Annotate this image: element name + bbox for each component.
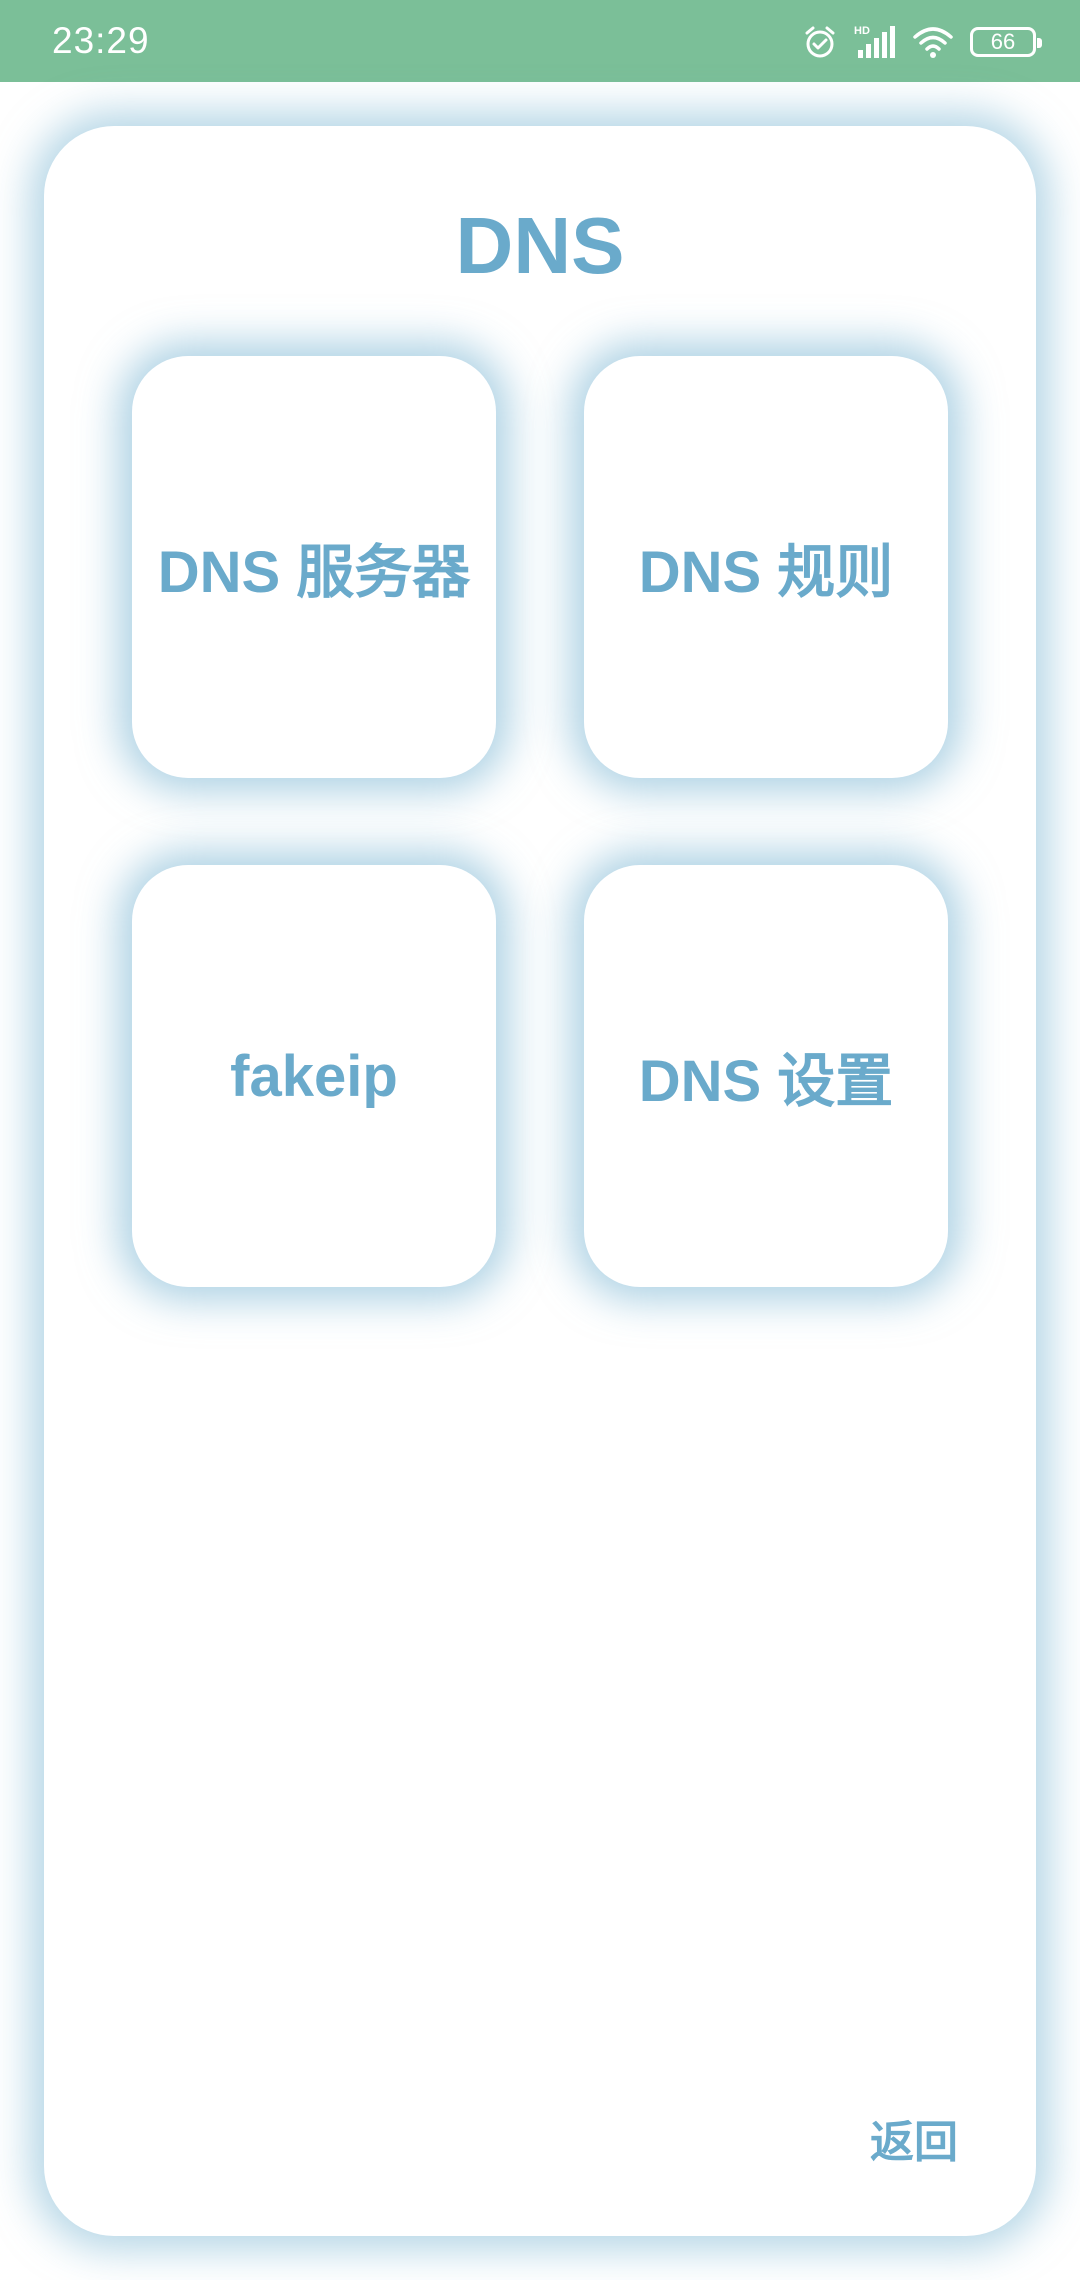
- dns-rules-button[interactable]: DNS 规则: [584, 356, 948, 778]
- dns-servers-label: DNS 服务器: [157, 540, 471, 605]
- hd-signal-icon: HD: [854, 24, 896, 60]
- fakeip-button[interactable]: fakeip: [132, 865, 496, 1287]
- page-title: DNS: [455, 201, 625, 290]
- dns-panel: DNS DNS 服务器 DNS 规则 fakeip DNS 设置 返回: [44, 126, 1036, 2236]
- svg-text:HD: HD: [854, 25, 870, 37]
- status-time: 23:29: [52, 20, 150, 61]
- status-bar: 23:29 HD 66: [0, 0, 1080, 82]
- dns-servers-button[interactable]: DNS 服务器: [132, 356, 496, 778]
- battery-icon: 66: [970, 27, 1042, 57]
- battery-level: 66: [990, 29, 1016, 54]
- fakeip-label: fakeip: [230, 1043, 398, 1109]
- status-icons: HD 66: [802, 22, 1042, 62]
- dns-settings-button[interactable]: DNS 设置: [584, 865, 948, 1287]
- back-button[interactable]: 返回: [870, 2106, 958, 2170]
- wifi-icon: [912, 25, 954, 59]
- alarm-icon: [802, 24, 838, 60]
- dns-settings-label: DNS 设置: [638, 1049, 894, 1114]
- dns-rules-label: DNS 规则: [638, 540, 894, 605]
